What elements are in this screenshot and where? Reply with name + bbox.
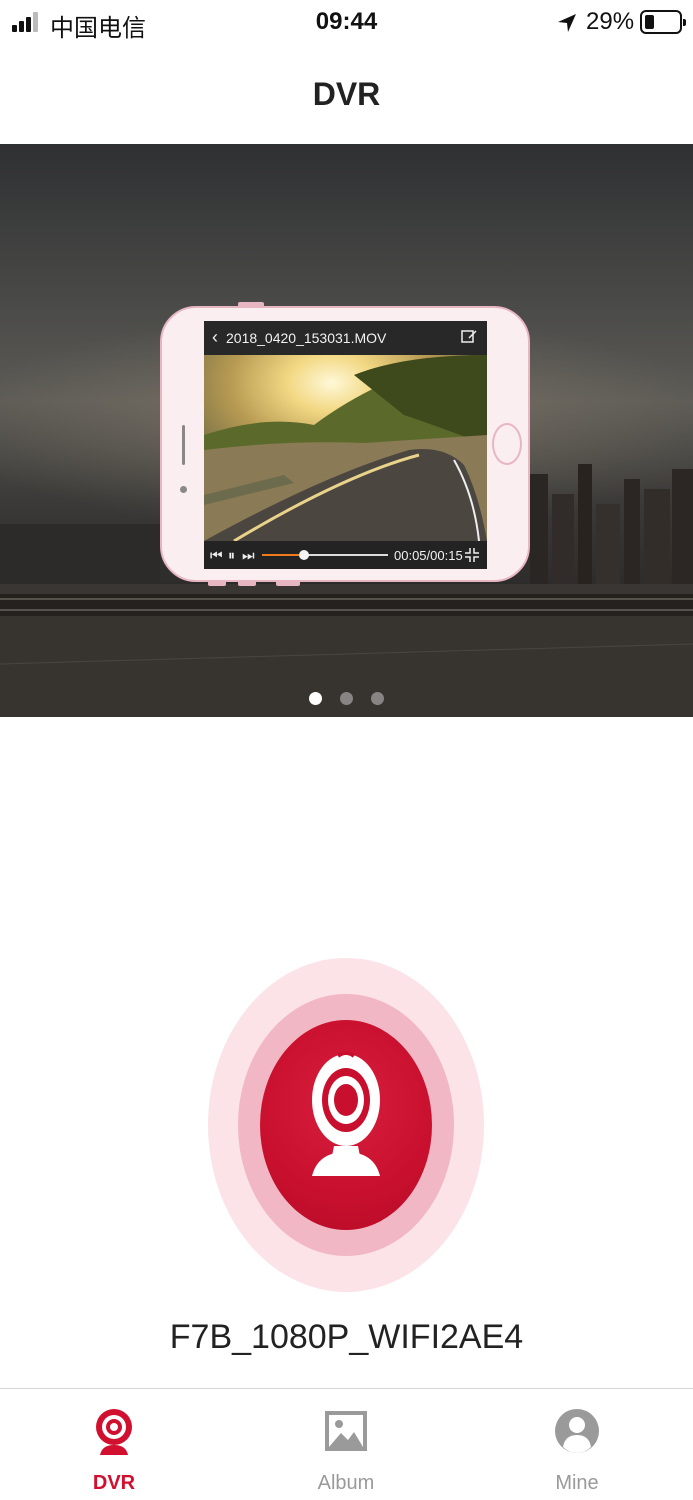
- preview-file-name: 2018_0420_153031.MOV: [226, 330, 387, 346]
- carousel-dot[interactable]: [309, 692, 322, 705]
- carousel-dots[interactable]: [0, 692, 693, 710]
- tab-dvr[interactable]: DVR: [54, 1389, 174, 1500]
- status-bar: 中国电信 09:44 29%: [0, 0, 693, 48]
- next-icon: ⏭: [242, 547, 255, 563]
- tab-label: DVR: [92, 1472, 136, 1494]
- edit-icon: [461, 330, 477, 343]
- tab-label: Mine: [555, 1472, 599, 1494]
- device-name: F7B_1080P_WIFI2AE4: [169, 1318, 524, 1356]
- preview-progress-bar: [262, 550, 388, 560]
- tab-album[interactable]: Album: [286, 1389, 406, 1500]
- battery-percent: 29%: [586, 8, 635, 35]
- battery-icon: [640, 10, 686, 34]
- user-icon: [555, 1409, 599, 1453]
- shrink-icon: [465, 548, 479, 562]
- image-icon: [325, 1411, 367, 1451]
- webcam-icon: [312, 1051, 380, 1176]
- location-arrow-icon: [558, 14, 576, 32]
- back-chevron-icon: ‹: [212, 327, 218, 347]
- connect-camera-button[interactable]: [208, 958, 484, 1292]
- tab-label: Album: [317, 1472, 375, 1494]
- video-preview: ‹ 2018_0420_153031.MOV ⏮ ⏸ ⏭ 00:05/00:15: [204, 321, 487, 569]
- preview-time: 00:05/00:15: [394, 548, 463, 563]
- tab-mine[interactable]: Mine: [517, 1389, 637, 1500]
- road-scene-image: [204, 355, 487, 541]
- webcam-icon: [96, 1409, 132, 1455]
- carousel-dot[interactable]: [340, 692, 353, 705]
- previous-icon: ⏮: [210, 547, 223, 563]
- tab-bar: DVR Album Mine: [0, 1388, 693, 1500]
- phone-home-button: [492, 423, 522, 465]
- carousel-dot[interactable]: [371, 692, 384, 705]
- pause-icon: ⏸: [228, 547, 235, 563]
- banner-carousel[interactable]: ‹ 2018_0420_153031.MOV ⏮ ⏸ ⏭ 00:05/00:15: [0, 144, 693, 717]
- page-title: DVR: [312, 76, 381, 112]
